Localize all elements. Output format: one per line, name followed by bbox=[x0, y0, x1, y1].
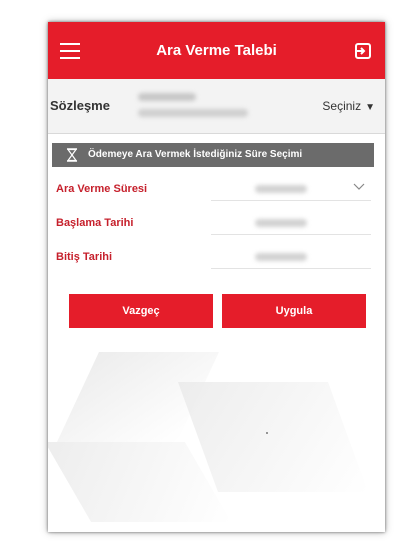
app-header: Ara Verme Talebi bbox=[48, 22, 385, 79]
end-date-field[interactable] bbox=[211, 244, 371, 269]
blurred-field-value bbox=[255, 253, 307, 261]
start-date-label: Başlama Tarihi bbox=[56, 217, 134, 229]
chevron-down-icon bbox=[353, 183, 365, 190]
start-date-field[interactable] bbox=[211, 210, 371, 235]
blurred-field-value bbox=[255, 185, 307, 193]
contract-select-label: Seçiniz bbox=[322, 99, 362, 113]
blurred-field-value bbox=[255, 219, 307, 227]
duration-dropdown[interactable] bbox=[211, 176, 371, 201]
background-dot bbox=[266, 432, 268, 434]
end-date-row: Bitiş Tarihi bbox=[56, 242, 371, 272]
caret-down-icon: ▼ bbox=[365, 102, 375, 113]
contract-selector-row: Sözleşme Seçiniz ▼ bbox=[48, 79, 385, 134]
logout-icon[interactable] bbox=[353, 41, 373, 61]
cancel-button[interactable]: Vazgeç bbox=[69, 294, 213, 328]
app-screen: Ara Verme Talebi Sözleşme Seçiniz ▼ Ödeme… bbox=[48, 22, 385, 532]
blurred-contract-text bbox=[138, 109, 248, 117]
page-title: Ara Verme Talebi bbox=[156, 42, 277, 59]
section-header: Ödemeye Ara Vermek İstediğiniz Süre Seçi… bbox=[52, 143, 374, 167]
apply-button[interactable]: Uygula bbox=[222, 294, 366, 328]
blurred-contract-text bbox=[138, 93, 196, 101]
background-shape bbox=[177, 382, 369, 492]
hourglass-icon bbox=[66, 148, 78, 162]
start-date-row: Başlama Tarihi bbox=[56, 208, 371, 238]
duration-row: Ara Verme Süresi bbox=[56, 174, 371, 204]
end-date-label: Bitiş Tarihi bbox=[56, 251, 113, 263]
contract-select-dropdown[interactable]: Seçiniz ▼ bbox=[322, 79, 375, 135]
duration-label: Ara Verme Süresi bbox=[56, 183, 148, 195]
section-title: Ödemeye Ara Vermek İstediğiniz Süre Seçi… bbox=[88, 149, 303, 160]
contract-label: Sözleşme bbox=[50, 98, 110, 113]
